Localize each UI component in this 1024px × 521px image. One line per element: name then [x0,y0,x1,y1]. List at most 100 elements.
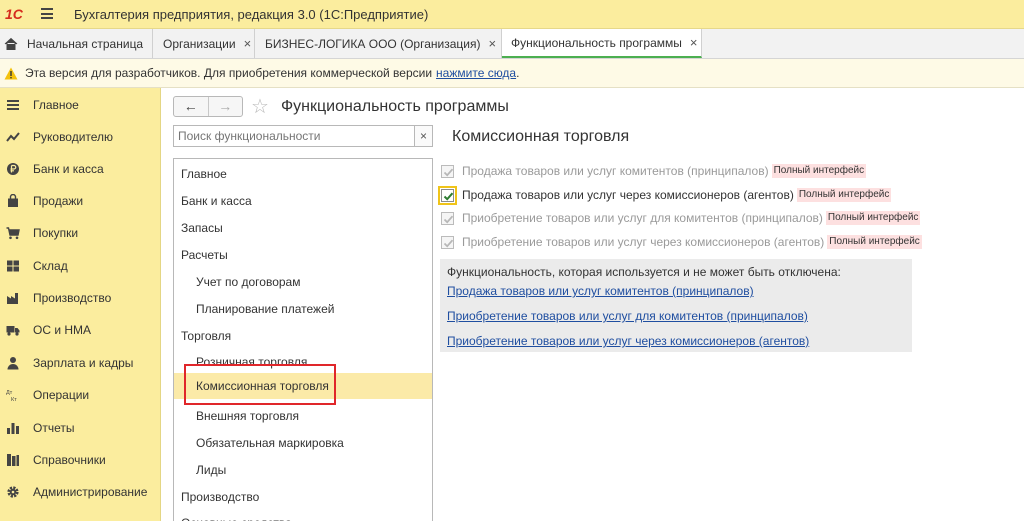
sidebar-item-label: Справочники [33,453,106,467]
open-windows-tabs: Начальная страница Организации × БИЗНЕС-… [0,29,1024,59]
tree-item[interactable]: Производство [174,484,432,510]
tree-item[interactable]: Расчеты [174,242,432,268]
bar-chart-icon [6,421,20,435]
warning-icon [4,67,18,80]
svg-text:Кт: Кт [11,397,17,402]
page-title: Функциональность программы [281,98,509,115]
sidebar-item-administration[interactable]: Администрирование [0,476,160,508]
tree-item[interactable]: Основные средства [174,510,432,521]
option-label[interactable]: Продажа товаров или услуг комитентов (пр… [462,164,769,178]
sidebar-item-label: Отчеты [33,421,75,435]
truck-icon [6,323,20,337]
sidebar-item-production[interactable]: Производство [0,282,160,314]
title-bar: 1С Бухгалтерия предприятия, редакция 3.0… [0,0,1024,29]
close-icon[interactable]: × [488,36,496,51]
sidebar-item-label: Операции [33,388,90,402]
warehouse-icon [6,259,20,273]
dt-kt-icon: Дт Кт [6,388,20,403]
full-interface-badge: Полный интерфейс [771,164,867,178]
functionality-tree: Главное Банк и касса Запасы Расчеты Учет… [173,158,433,521]
clear-search-button[interactable]: × [415,125,433,147]
tab-label: Начальная страница [27,36,144,51]
tab-organizations[interactable]: Организации × [153,29,255,58]
sections-panel: Главное Руководителю Банк и касса Продаж… [0,88,161,521]
favorite-star-icon[interactable]: ☆ [251,94,269,119]
sidebar-item-salary[interactable]: Зарплата и кадры [0,347,160,379]
tab-program-functionality[interactable]: Функциональность программы × [502,29,702,58]
sidebar-item-label: Администрирование [33,485,148,499]
tree-item[interactable]: Планирование платежей [174,296,432,322]
tree-item[interactable]: Банк и касса [174,188,432,214]
tree-item[interactable]: Обязательная маркировка [174,430,432,456]
sidebar-item-manager[interactable]: Руководителю [0,121,160,153]
tree-item[interactable]: Запасы [174,215,432,241]
sidebar-item-bank[interactable]: Банк и касса [0,153,160,185]
sidebar-item-catalogs[interactable]: Справочники [0,444,160,476]
option-row: Приобретение товаров или услуг через ком… [441,233,922,251]
sidebar-item-purchases[interactable]: Покупки [0,217,160,249]
ruble-coin-icon [6,162,20,176]
forward-button[interactable]: → [207,97,243,116]
1c-logo[interactable]: 1С [5,6,35,23]
info-link[interactable]: Продажа товаров или услуг комитентов (пр… [447,284,754,298]
section-title: Комиссионная торговля [452,128,630,145]
search-input[interactable] [174,126,414,146]
sidebar-item-warehouse[interactable]: Склад [0,250,160,282]
books-icon [6,453,20,467]
purchase-link[interactable]: нажмите сюда [436,66,516,80]
warning-text: Эта версия для разработчиков. Для приобр… [25,66,433,80]
info-link[interactable]: Приобретение товаров или услуг через ком… [447,334,809,348]
sidebar-item-label: Банк и касса [33,162,104,176]
sidebar-item-fixed-assets[interactable]: ОС и НМА [0,314,160,346]
full-interface-badge: Полный интерфейс [827,235,922,249]
close-icon[interactable]: × [244,36,252,51]
full-interface-badge: Полный интерфейс [796,188,892,202]
tree-item[interactable]: Торговля [174,323,432,349]
window-title: Бухгалтерия предприятия, редакция 3.0 (1… [74,7,429,22]
main-content: ← → ☆ Функциональность программы × Главн… [161,88,1024,521]
tab-label: БИЗНЕС-ЛОГИКА ООО (Организация) [265,36,481,51]
sidebar-item-label: Склад [33,259,68,273]
menu-icon [6,98,20,112]
main-menu-icon[interactable] [41,8,53,19]
search-field[interactable] [173,125,415,147]
sidebar-item-label: Главное [33,98,79,112]
sidebar-item-label: Руководителю [33,130,114,144]
shopping-bag-icon [6,193,20,208]
cart-icon [6,226,20,240]
tree-item[interactable]: Внешняя торговля [174,403,432,429]
locked-functionality-panel: Функциональность, которая используется и… [440,259,912,352]
option-label[interactable]: Продажа товаров или услуг через комиссио… [462,188,794,202]
checkbox[interactable] [441,164,454,178]
back-button[interactable]: ← [174,97,208,116]
highlight-frame [184,364,336,405]
checkbox[interactable] [441,235,454,249]
tab-organization-card[interactable]: БИЗНЕС-ЛОГИКА ООО (Организация) × [255,29,502,58]
sidebar-item-label: Производство [33,291,112,305]
tab-label: Организации [163,36,236,51]
info-caption: Функциональность, которая используется и… [447,265,841,279]
sidebar-item-operations[interactable]: Дт Кт Операции [0,379,160,411]
sidebar-item-label: Покупки [33,226,79,240]
checkbox[interactable] [441,211,454,225]
option-label[interactable]: Приобретение товаров или услуг через ком… [462,235,824,249]
tree-item[interactable]: Лиды [174,457,432,483]
sidebar-item-main[interactable]: Главное [0,89,160,121]
tab-home[interactable]: Начальная страница [0,29,153,58]
option-row: Продажа товаров или услуг комитентов (пр… [441,162,867,180]
sidebar-item-reports[interactable]: Отчеты [0,412,160,444]
full-interface-badge: Полный интерфейс [825,211,921,225]
option-label[interactable]: Приобретение товаров или услуг для комит… [462,211,823,225]
sidebar-item-sales[interactable]: Продажи [0,185,160,217]
option-row: Продажа товаров или услуг через комиссио… [438,185,892,205]
developer-version-warning: Эта версия для разработчиков. Для приобр… [0,59,1024,88]
chart-trend-icon [6,130,20,144]
tree-item[interactable]: Главное [174,161,432,187]
warning-suffix: . [516,66,520,80]
info-link[interactable]: Приобретение товаров или услуг для комит… [447,309,808,323]
checkbox[interactable] [438,185,457,205]
tree-item[interactable]: Учет по договорам [174,269,432,295]
tab-label: Функциональность программы [511,35,682,50]
close-icon[interactable]: × [690,35,698,50]
sidebar-item-label: ОС и НМА [33,323,92,337]
